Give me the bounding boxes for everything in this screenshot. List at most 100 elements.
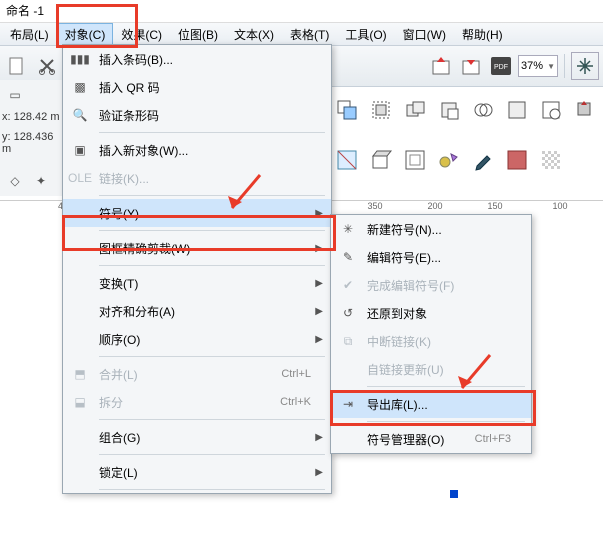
new-symbol-icon: ✳ <box>331 222 365 236</box>
chevron-down-icon: ▼ <box>543 62 555 71</box>
menu-sep <box>99 356 325 357</box>
menu-order[interactable]: 顺序(O)▶ <box>63 325 331 353</box>
eyedropper-icon[interactable] <box>467 144 499 176</box>
menu-align-distribute[interactable]: 对齐和分布(A)▶ <box>63 297 331 325</box>
submenu-edit-symbol[interactable]: ✎编辑符号(E)... <box>331 243 531 271</box>
menu-insert-barcode[interactable]: ▮▮▮插入条码(B)... <box>63 45 331 73</box>
weld-icon[interactable] <box>399 94 431 126</box>
submenu-new-symbol[interactable]: ✳新建符号(N)... <box>331 215 531 243</box>
new-doc-icon[interactable] <box>4 53 30 79</box>
menu-text[interactable]: 文本(X) <box>226 23 282 46</box>
submenu-update-link: 自链接更新(U) <box>331 355 531 383</box>
menu-effects[interactable]: 效果(C) <box>113 23 170 46</box>
menu-sep <box>99 265 325 266</box>
svg-text:PDF: PDF <box>494 64 508 71</box>
envelope-icon[interactable] <box>331 144 363 176</box>
coord-y: y: 128.436 m <box>0 130 62 150</box>
zoom-value: 37% <box>521 60 543 72</box>
trim-icon[interactable] <box>433 94 465 126</box>
canvas-object[interactable] <box>450 490 458 498</box>
menu-table[interactable]: 表格(T) <box>282 23 337 46</box>
verify-icon: 🔍 <box>63 108 97 122</box>
menu-layout[interactable]: 布局(L) <box>2 23 57 46</box>
barcode-icon: ▮▮▮ <box>63 52 97 66</box>
menu-sep <box>367 386 525 387</box>
submenu-symbol-manager[interactable]: 符号管理器(O)Ctrl+F3 <box>331 425 531 453</box>
extrude-icon[interactable] <box>365 144 397 176</box>
break-link-icon: ⧉ <box>331 334 365 349</box>
cut-icon[interactable] <box>34 53 60 79</box>
menu-combine: ⬒合并(L)Ctrl+L <box>63 360 331 388</box>
object-menu-dropdown: ▮▮▮插入条码(B)... ▩插入 QR 码 🔍验证条形码 ▣插入新对象(W).… <box>62 44 332 494</box>
submenu-export-library[interactable]: ⇥导出库(L)... <box>331 390 531 418</box>
submenu-revert-obj[interactable]: ↺还原到对象 <box>331 299 531 327</box>
toolbar-sep <box>564 54 565 78</box>
toolbar-secondary <box>331 92 601 178</box>
left-panel: ▭ x: 128.42 m y: 128.436 m ◇ ✦ <box>0 80 62 196</box>
title-bar: 命名 -1 <box>0 0 603 23</box>
menubar: 布局(L) 对象(C) 效果(C) 位图(B) 文本(X) 表格(T) 工具(O… <box>0 23 603 46</box>
submenu-arrow-icon: ▶ <box>315 432 323 443</box>
menu-sep <box>99 489 325 490</box>
menu-split: ⬓拆分Ctrl+K <box>63 388 331 416</box>
link-ole-icon: OLE <box>63 171 97 185</box>
revert-icon: ↺ <box>331 306 365 320</box>
menu-sep <box>99 132 325 133</box>
submenu-finish-edit: ✔完成编辑符号(F) <box>331 271 531 299</box>
submenu-arrow-icon: ▶ <box>315 208 323 219</box>
shape-a-icon[interactable] <box>535 94 567 126</box>
menu-object[interactable]: 对象(C) <box>57 23 114 46</box>
shape-b-icon[interactable] <box>569 94 601 126</box>
menu-sep <box>99 195 325 196</box>
simplify-icon[interactable] <box>501 94 533 126</box>
submenu-break-link: ⧉中断链接(K) <box>331 327 531 355</box>
menu-insert-new-obj[interactable]: ▣插入新对象(W)... <box>63 136 331 164</box>
node-tool-icon[interactable]: ✦ <box>30 170 52 192</box>
menu-tools[interactable]: 工具(O) <box>337 23 394 46</box>
menu-transform[interactable]: 变换(T)▶ <box>63 269 331 297</box>
menu-bitmap[interactable]: 位图(B) <box>170 23 226 46</box>
symbol-submenu: ✳新建符号(N)... ✎编辑符号(E)... ✔完成编辑符号(F) ↺还原到对… <box>330 214 532 454</box>
menu-group[interactable]: 组合(G)▶ <box>63 423 331 451</box>
submenu-arrow-icon: ▶ <box>315 306 323 317</box>
export-icon[interactable] <box>458 53 484 79</box>
menu-powerclip[interactable]: 图框精确剪裁(W)▶ <box>63 234 331 262</box>
insert-obj-icon: ▣ <box>63 143 97 157</box>
submenu-arrow-icon: ▶ <box>315 243 323 254</box>
export-lib-icon: ⇥ <box>331 397 365 411</box>
blend-icon[interactable] <box>433 144 465 176</box>
menu-insert-qr[interactable]: ▩插入 QR 码 <box>63 73 331 101</box>
window-title: 命名 -1 <box>6 4 44 18</box>
rect-tool-icon[interactable]: ▭ <box>4 84 26 106</box>
menu-sep <box>99 454 325 455</box>
edit-symbol-icon: ✎ <box>331 250 365 264</box>
fill-icon[interactable] <box>501 144 533 176</box>
menu-lock[interactable]: 锁定(L)▶ <box>63 458 331 486</box>
menu-window[interactable]: 窗口(W) <box>395 23 454 46</box>
submenu-arrow-icon: ▶ <box>315 467 323 478</box>
coord-x: x: 128.42 m <box>0 110 62 130</box>
menu-symbol[interactable]: 符号(Y)▶ <box>63 199 331 227</box>
menu-sep <box>99 419 325 420</box>
pdf-icon[interactable]: PDF <box>488 53 514 79</box>
menu-sep <box>99 230 325 231</box>
submenu-arrow-icon: ▶ <box>315 334 323 345</box>
shape-tool-icon[interactable]: ◇ <box>4 170 26 192</box>
menu-help[interactable]: 帮助(H) <box>454 23 511 46</box>
group-icon[interactable] <box>365 94 397 126</box>
qrcode-icon: ▩ <box>63 80 97 94</box>
intersect-icon[interactable] <box>467 94 499 126</box>
menu-sep <box>367 421 525 422</box>
submenu-arrow-icon: ▶ <box>315 278 323 289</box>
transparency-icon[interactable] <box>535 144 567 176</box>
pan-icon[interactable] <box>571 52 599 80</box>
menu-link: OLE链接(K)... <box>63 164 331 192</box>
finish-symbol-icon: ✔ <box>331 278 365 292</box>
menu-verify-barcode[interactable]: 🔍验证条形码 <box>63 101 331 129</box>
align-obj-icon[interactable] <box>331 94 363 126</box>
contour-icon[interactable] <box>399 144 431 176</box>
combine-icon: ⬒ <box>63 367 97 381</box>
zoom-combo[interactable]: 37%▼ <box>518 55 558 77</box>
import-icon[interactable] <box>428 53 454 79</box>
split-icon: ⬓ <box>63 395 97 409</box>
